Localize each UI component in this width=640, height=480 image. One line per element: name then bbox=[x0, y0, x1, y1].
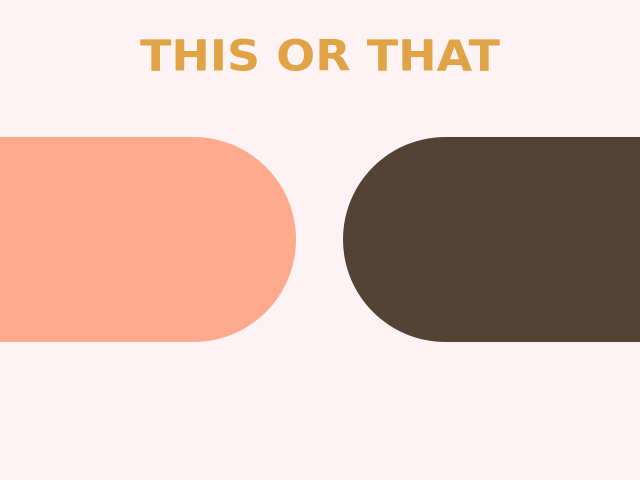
page-title: THIS OR THAT bbox=[140, 31, 500, 81]
option-right-pill[interactable] bbox=[343, 137, 640, 342]
option-left-pill[interactable] bbox=[0, 137, 296, 342]
